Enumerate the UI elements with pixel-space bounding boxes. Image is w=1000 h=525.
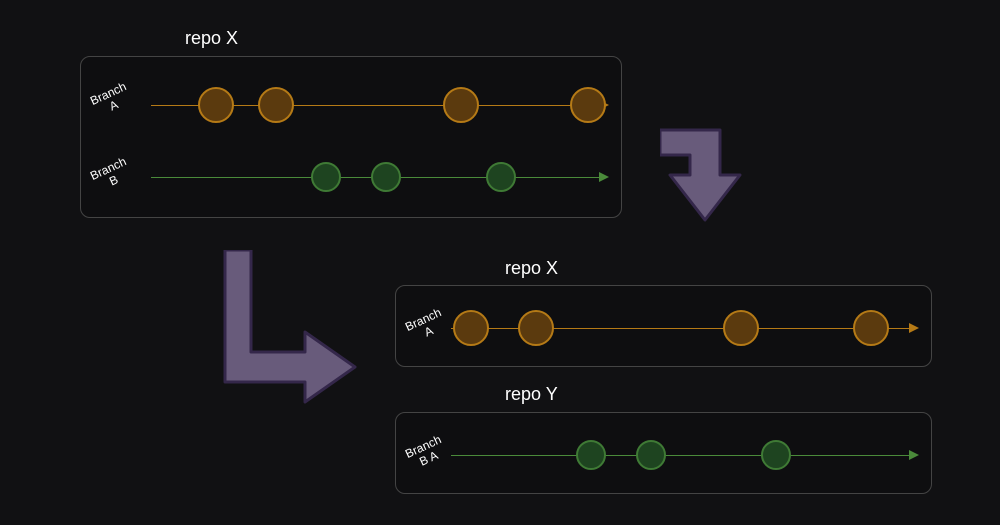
elbow-arrow-left [215, 250, 365, 415]
commit-green [311, 162, 341, 192]
commit-orange [198, 87, 234, 123]
branch-b-label-top: BranchB [86, 154, 137, 195]
branch-ba-label-midy: BranchB A [401, 432, 452, 473]
commit-green [576, 440, 606, 470]
elbow-arrow-right [660, 120, 780, 245]
repo-box-midx: BranchA [395, 285, 932, 367]
commit-orange [723, 310, 759, 346]
commit-orange [453, 310, 489, 346]
commit-orange [853, 310, 889, 346]
repo-title-midy: repo Y [505, 384, 558, 405]
commit-orange [518, 310, 554, 346]
repo-title-midx: repo X [505, 258, 558, 279]
branch-a-label-midx: BranchA [401, 305, 452, 346]
commit-orange [443, 87, 479, 123]
repo-box-midy: BranchB A [395, 412, 932, 494]
branch-ba-arrowhead-midy [909, 450, 919, 460]
commit-green [371, 162, 401, 192]
commit-green [636, 440, 666, 470]
commit-orange [570, 87, 606, 123]
branch-b-arrowhead-top [599, 172, 609, 182]
commit-green [486, 162, 516, 192]
repo-box-top: BranchA BranchB [80, 56, 622, 218]
commit-green [761, 440, 791, 470]
branch-ba-axis-midy [451, 455, 911, 456]
commit-orange [258, 87, 294, 123]
repo-title-top: repo X [185, 28, 238, 49]
branch-a-arrowhead-midx [909, 323, 919, 333]
branch-a-label-top: BranchA [86, 79, 137, 120]
